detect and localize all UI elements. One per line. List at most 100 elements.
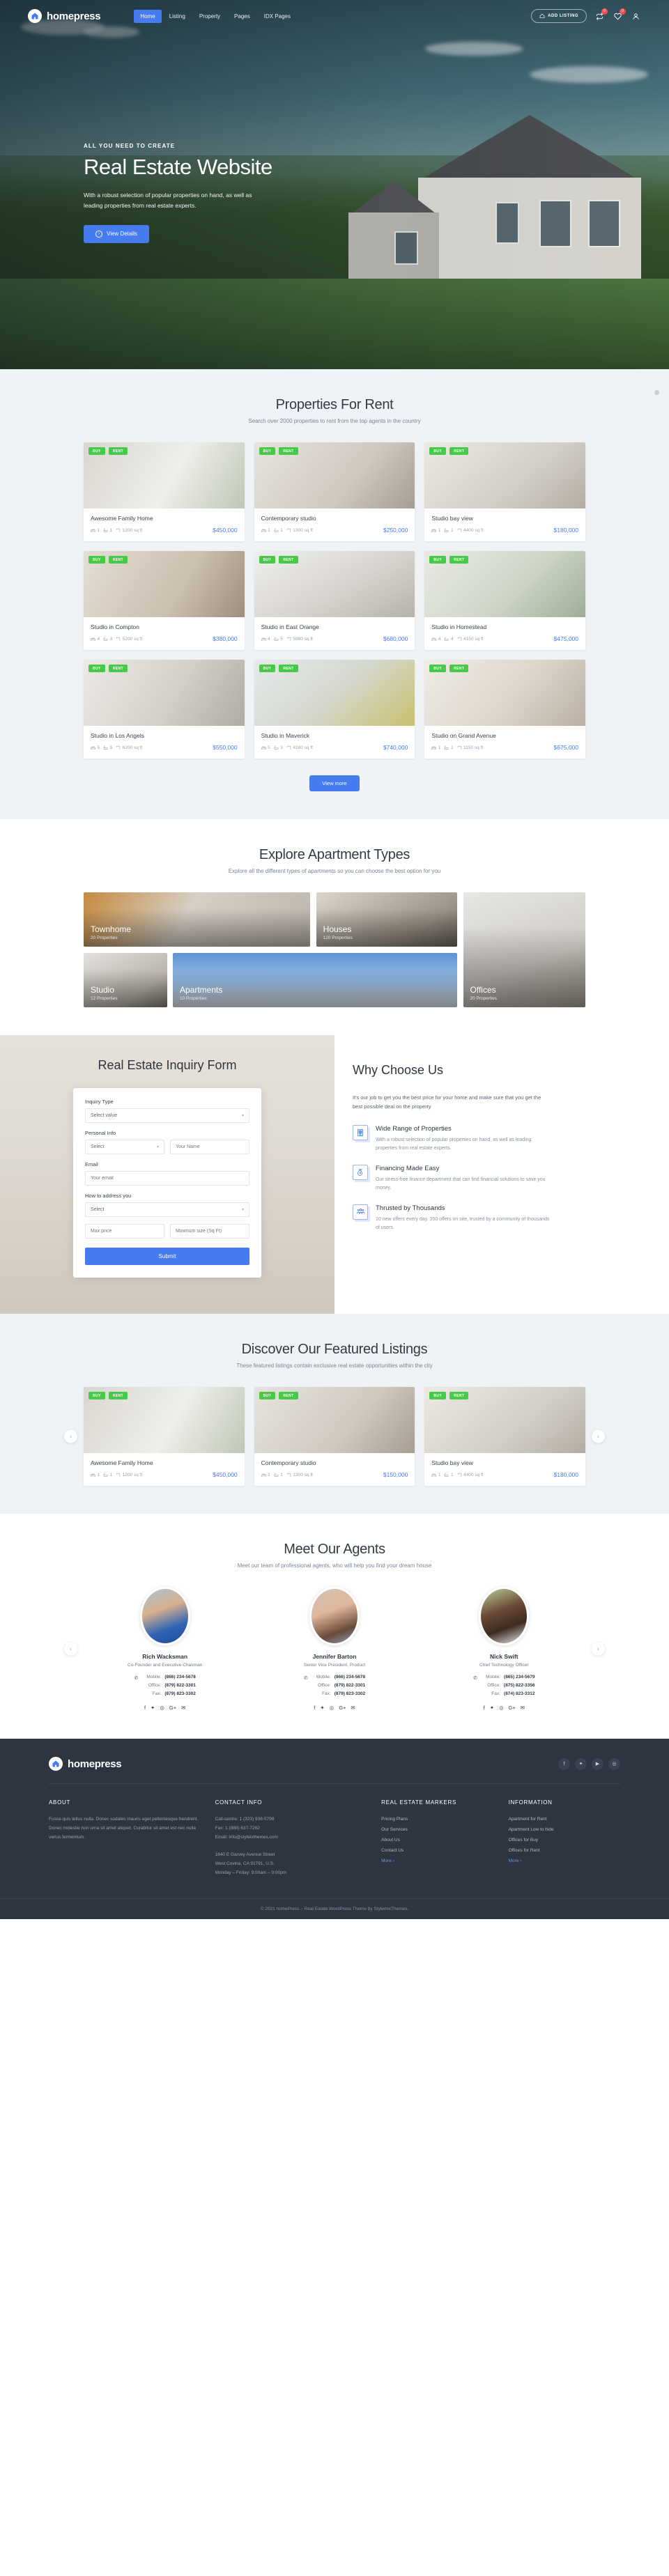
facebook-icon[interactable]: f bbox=[558, 1758, 570, 1770]
instagram-icon[interactable]: ◎ bbox=[608, 1758, 620, 1770]
agent-card[interactable]: Jennifer Barton Senior Vice President, Pr… bbox=[253, 1587, 415, 1711]
property-image: BUY RENT bbox=[84, 442, 245, 509]
google-plus-icon[interactable]: G+ bbox=[169, 1705, 176, 1711]
property-card[interactable]: BUY RENT Studio in Los Angels 5 5 6200 sq ft $… bbox=[84, 660, 245, 759]
email-input[interactable] bbox=[85, 1171, 249, 1186]
scroll-indicator[interactable] bbox=[654, 390, 659, 395]
property-area: 1200 sq ft bbox=[116, 1473, 142, 1477]
type-card-townhome[interactable]: Townhome 20 Properties bbox=[84, 892, 310, 947]
property-beds: 1 bbox=[261, 1473, 270, 1477]
footer-logo[interactable]: homepress bbox=[49, 1757, 122, 1771]
favorites-icon[interactable]: 0 bbox=[613, 8, 626, 22]
property-card[interactable]: BUY RENT Awesome Family Home 1 1 1200 sq ft $4… bbox=[84, 442, 245, 541]
property-area: 5200 sq ft bbox=[116, 637, 142, 642]
twitter-icon[interactable]: ✦ bbox=[151, 1705, 155, 1711]
submit-button[interactable]: Submit bbox=[85, 1248, 249, 1265]
agent-card[interactable]: Nick Swift Chief Technology Officer ✆ Mobil… bbox=[423, 1587, 585, 1711]
email-icon[interactable]: ✉ bbox=[351, 1705, 355, 1711]
chevron-down-icon: ▾ bbox=[241, 1114, 244, 1118]
footer-link[interactable]: Apartment for Rent bbox=[509, 1815, 620, 1825]
instagram-icon[interactable]: ◎ bbox=[330, 1705, 334, 1711]
nav-item-idx-pages[interactable]: IDX Pages bbox=[258, 10, 297, 23]
facebook-icon[interactable]: f bbox=[144, 1705, 146, 1711]
user-account-icon[interactable] bbox=[631, 11, 641, 22]
inquiry-type-select[interactable]: Select value ▾ bbox=[85, 1108, 249, 1123]
address-select[interactable]: Select ▾ bbox=[85, 1202, 249, 1217]
instagram-icon[interactable]: ◎ bbox=[499, 1705, 504, 1711]
agents-next-button[interactable]: › bbox=[592, 1642, 605, 1656]
property-price: $740,000 bbox=[383, 744, 408, 751]
people-icon bbox=[353, 1204, 368, 1220]
nav-item-pages[interactable]: Pages bbox=[228, 10, 256, 23]
footer-link[interactable]: Our Services bbox=[381, 1825, 493, 1836]
nav-item-listing[interactable]: Listing bbox=[163, 10, 192, 23]
google-plus-icon[interactable]: G+ bbox=[509, 1705, 516, 1711]
instagram-icon[interactable]: ◎ bbox=[160, 1705, 164, 1711]
property-card[interactable]: BUY RENT Studio in Maverick 5 3 4180 sq ft $74… bbox=[254, 660, 415, 759]
property-card[interactable]: BUY RENT Studio bay view 1 1 4400 sq ft $180,0… bbox=[424, 1387, 585, 1486]
property-tag: RENT bbox=[279, 1392, 298, 1399]
property-price: $450,000 bbox=[213, 1471, 238, 1478]
type-card-apartments[interactable]: Apartments 10 Properties bbox=[173, 953, 457, 1007]
property-tags: BUY RENT bbox=[259, 665, 298, 672]
page-root: homepress Home Listing Property Pages ID… bbox=[0, 0, 669, 1920]
property-tags: BUY RENT bbox=[89, 447, 128, 455]
agents-subtitle: Meet our team of professional agents, wh… bbox=[237, 1562, 432, 1569]
view-more-button[interactable]: View more bbox=[309, 775, 360, 791]
facebook-icon[interactable]: f bbox=[314, 1705, 315, 1711]
twitter-icon[interactable]: ✦ bbox=[490, 1705, 494, 1711]
property-baths: 1 bbox=[444, 745, 454, 750]
property-card[interactable]: BUY RENT Studio in East Orange 4 5 5980 sq ft… bbox=[254, 551, 415, 650]
nav-item-home[interactable]: Home bbox=[134, 9, 162, 23]
property-tags: BUY RENT bbox=[429, 447, 469, 455]
nav-item-property[interactable]: Property bbox=[193, 10, 226, 23]
home-icon bbox=[28, 9, 42, 23]
facebook-icon[interactable]: f bbox=[484, 1705, 485, 1711]
footer-more-link[interactable]: More › bbox=[381, 1856, 493, 1867]
featured-title: Discover Our Featured Listings bbox=[241, 1342, 428, 1357]
footer-col-about: ABOUT Fusce quis tellus nulla. Donec sod… bbox=[49, 1799, 200, 1877]
agent-card[interactable]: Rich Wacksman Co-Founder and Executive Ch… bbox=[84, 1587, 246, 1711]
email-icon[interactable]: ✉ bbox=[521, 1705, 525, 1711]
property-card[interactable]: BUY RENT Studio in Compton 4 3 5200 sq ft $380… bbox=[84, 551, 245, 650]
twitter-icon[interactable]: ✦ bbox=[575, 1758, 587, 1770]
property-tag: BUY bbox=[429, 665, 447, 672]
property-card[interactable]: BUY RENT Contemporary studio 1 1 1300 sq ft $1… bbox=[254, 1387, 415, 1486]
email-icon[interactable]: ✉ bbox=[181, 1705, 185, 1711]
site-logo[interactable]: homepress bbox=[28, 9, 101, 23]
carousel-prev-button[interactable]: ‹ bbox=[64, 1429, 77, 1443]
type-card-houses[interactable]: Houses 120 Properties bbox=[316, 892, 457, 947]
property-area: 4150 sq ft bbox=[457, 637, 484, 642]
property-card[interactable]: BUY RENT Studio bay view 1 1 4400 sq ft $180,0… bbox=[424, 442, 585, 541]
compare-icon[interactable]: 0 bbox=[594, 8, 608, 22]
footer-link[interactable]: Offices for Buy bbox=[509, 1836, 620, 1846]
footer-link[interactable]: Offices for Rent bbox=[509, 1846, 620, 1856]
add-listing-button[interactable]: ADD LISTING bbox=[531, 9, 587, 23]
min-size-input[interactable] bbox=[170, 1224, 249, 1239]
footer-more-link[interactable]: More › bbox=[509, 1856, 620, 1867]
footer-top: homepress f ✦ ▶ ◎ bbox=[49, 1757, 620, 1785]
property-card[interactable]: BUY RENT Contemporary studio 1 1 1300 sq ft $2… bbox=[254, 442, 415, 541]
property-card[interactable]: BUY RENT Studio in Homestead 4 4 4150 sq ft $4… bbox=[424, 551, 585, 650]
footer-link[interactable]: Apartment Low to hide bbox=[509, 1825, 620, 1836]
property-card[interactable]: BUY RENT Awesome Family Home 1 1 1200 sq ft $4… bbox=[84, 1387, 245, 1486]
carousel-next-button[interactable]: › bbox=[592, 1429, 605, 1443]
google-plus-icon[interactable]: G+ bbox=[339, 1705, 346, 1711]
property-title: Studio in Homestead bbox=[431, 623, 487, 630]
footer-link[interactable]: About Us bbox=[381, 1836, 493, 1846]
property-baths: 1 bbox=[444, 528, 454, 533]
type-card-offices[interactable]: Offices 20 Properties bbox=[463, 892, 585, 1007]
twitter-icon[interactable]: ✦ bbox=[320, 1705, 324, 1711]
agents-prev-button[interactable]: ‹ bbox=[64, 1642, 77, 1656]
personal-title-select[interactable]: Select ▾ bbox=[85, 1140, 164, 1154]
phone-icon: ✆ bbox=[303, 1676, 308, 1681]
footer-link[interactable]: Pricing Plans bbox=[381, 1815, 493, 1825]
name-input[interactable] bbox=[170, 1140, 249, 1154]
youtube-icon[interactable]: ▶ bbox=[592, 1758, 603, 1770]
type-card-studio[interactable]: Studio 12 Properties bbox=[84, 953, 167, 1007]
footer-link[interactable]: Contact Us bbox=[381, 1846, 493, 1856]
property-card[interactable]: BUY RENT Studio on Grand Avenue 1 1 1150 sq f… bbox=[424, 660, 585, 759]
view-details-button[interactable]: › View Details bbox=[84, 224, 149, 243]
max-price-input[interactable] bbox=[85, 1224, 164, 1239]
agent-name: Jennifer Barton bbox=[312, 1653, 357, 1660]
